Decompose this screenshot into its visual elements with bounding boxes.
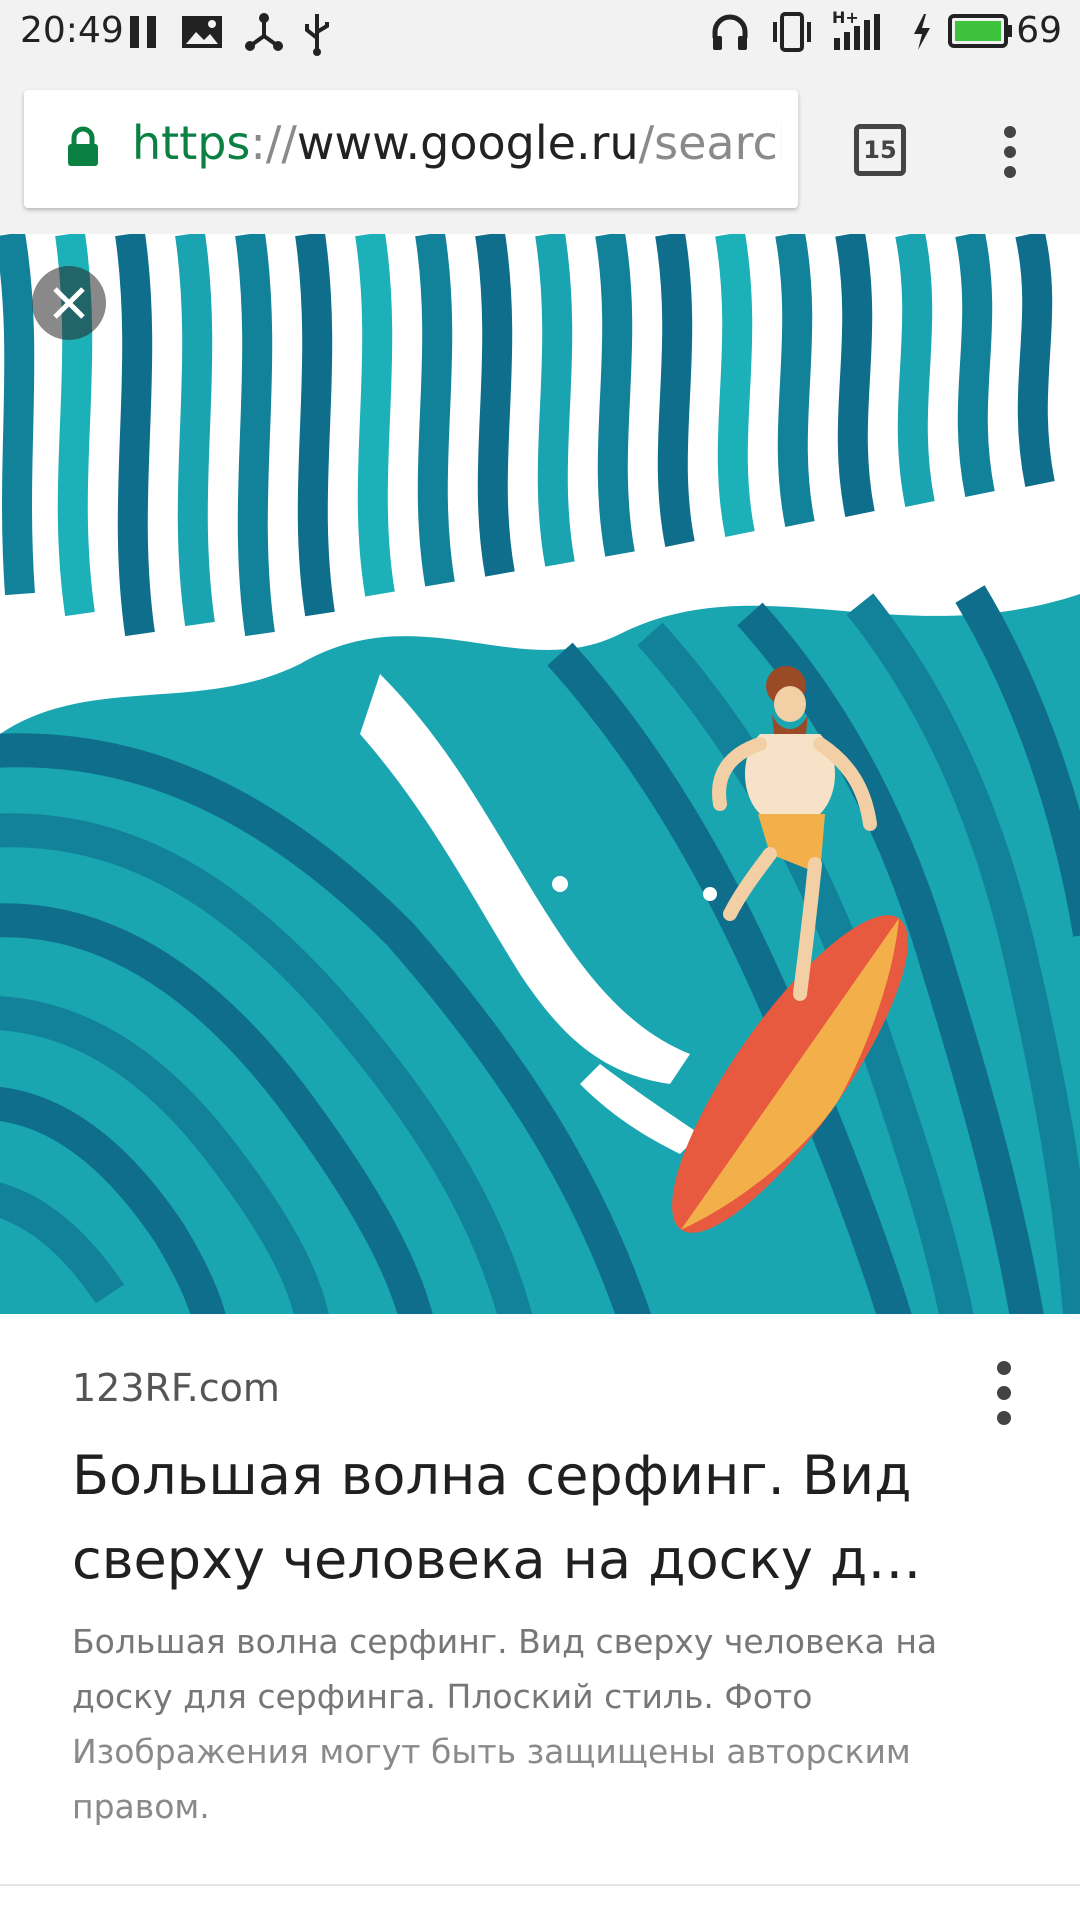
source-domain[interactable]: 123RF.com — [72, 1366, 280, 1410]
url-text[interactable]: https://www.google.ru/search — [132, 116, 782, 170]
card-divider — [0, 1884, 1080, 1886]
result-overflow-menu-icon[interactable] — [986, 1358, 1022, 1428]
tab-count: 15 — [863, 136, 897, 164]
headphones-icon — [712, 14, 748, 50]
close-image-button[interactable] — [32, 266, 106, 340]
battery-percentage: 69 — [1016, 10, 1062, 51]
signal-icon — [834, 14, 880, 50]
url-separator: :// — [250, 116, 297, 170]
share-network-icon — [245, 13, 283, 51]
browser-toolbar: https://www.google.ru/search 15 — [0, 64, 1080, 234]
surfer-wave-illustration — [0, 234, 1080, 1314]
battery-icon — [948, 14, 1012, 48]
gallery-icon — [182, 16, 222, 48]
pause-icon — [130, 16, 156, 48]
url-host: www.google.ru — [296, 116, 639, 170]
tab-switcher-button[interactable]: 15 — [854, 124, 906, 176]
copyright-notice: Изображения могут быть защищены авторски… — [72, 1732, 911, 1826]
status-time: 20:49 — [20, 10, 124, 51]
url-scheme: https — [132, 116, 251, 170]
description-text: Большая волна серфинг. Вид сверху челове… — [72, 1622, 938, 1716]
result-description: Большая волна серфинг. Вид сверху челове… — [72, 1614, 1012, 1834]
overflow-menu-icon[interactable] — [992, 124, 1028, 180]
close-icon — [53, 287, 85, 319]
lock-icon — [68, 126, 98, 166]
vibrate-icon — [773, 12, 811, 52]
address-bar[interactable]: https://www.google.ru/search — [24, 90, 798, 208]
charging-icon — [914, 14, 930, 50]
image-preview[interactable] — [0, 234, 1080, 1314]
result-title[interactable]: Большая волна серфинг. Вид сверху челове… — [72, 1434, 1002, 1602]
url-path: /search — [638, 116, 782, 170]
usb-icon — [305, 14, 329, 56]
status-bar: 20:49 H+ 69 — [0, 0, 1080, 64]
image-result-card: 123RF.com Большая волна серфинг. Вид све… — [0, 1314, 1080, 1920]
